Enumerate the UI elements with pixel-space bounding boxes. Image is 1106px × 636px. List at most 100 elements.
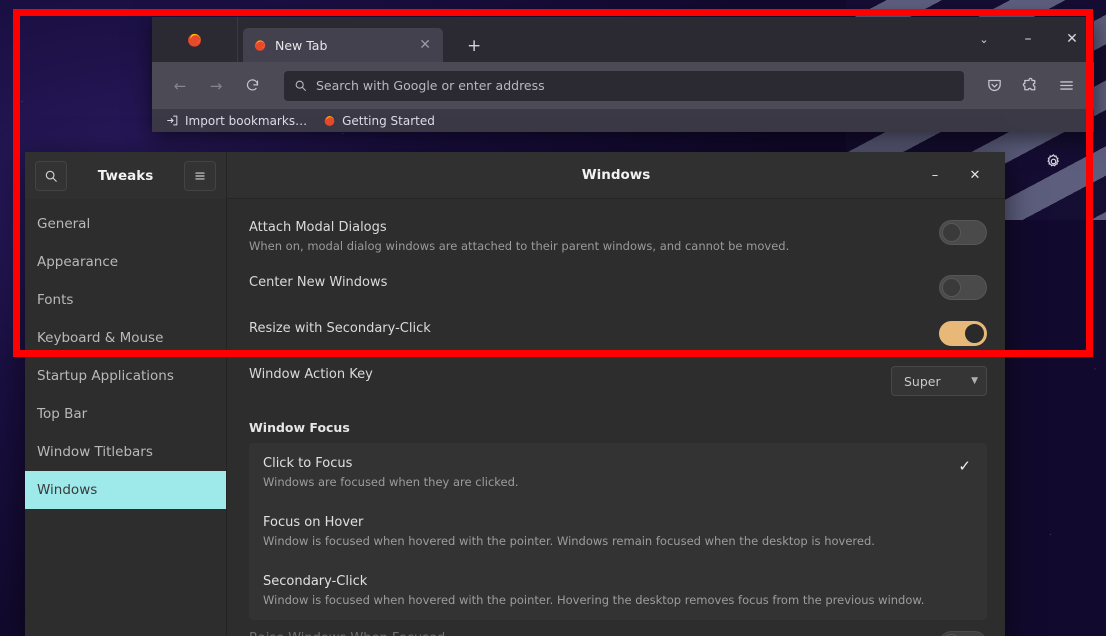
search-button[interactable] [35, 161, 67, 191]
tweaks-sidebar: General Appearance Fonts Keyboard & Mous… [25, 199, 227, 636]
sidebar-item-window-titlebars[interactable]: Window Titlebars [25, 433, 226, 471]
sidebar-item-keyboard-and-mouse[interactable]: Keyboard & Mouse [25, 319, 226, 357]
new-tab-button[interactable]: + [467, 38, 481, 55]
import-icon [166, 114, 179, 127]
tweaks-header-left: Tweaks [25, 152, 227, 199]
tweaks-content-panel: Attach Modal Dialogs When on, modal dial… [227, 199, 1005, 636]
sidebar-item-label: Startup Applications [37, 368, 174, 384]
sidebar-item-general[interactable]: General [25, 205, 226, 243]
app-menu-icon[interactable] [1050, 71, 1082, 101]
focus-option-subtitle: Windows are focused when they are clicke… [263, 475, 958, 490]
close-icon[interactable]: ✕ [415, 36, 435, 54]
sidebar-item-top-bar[interactable]: Top Bar [25, 395, 226, 433]
focus-option-subtitle: Window is focused when hovered with the … [263, 534, 971, 549]
sidebar-item-appearance[interactable]: Appearance [25, 243, 226, 281]
focus-option-text: Secondary-Click Window is focused when h… [263, 573, 971, 608]
sidebar-item-label: Window Titlebars [37, 444, 153, 460]
dropdown-value: Super [904, 374, 941, 389]
focus-option-secondary-click[interactable]: Secondary-Click Window is focused when h… [249, 561, 987, 620]
preference-title: Raise Windows When Focused [249, 630, 921, 636]
browser-tab-new-tab[interactable]: New Tab ✕ [243, 28, 443, 62]
preference-row-raise-windows-when-focused: Raise Windows When Focused [249, 620, 987, 636]
search-icon [294, 79, 307, 92]
preference-row-attach-modal-dialogs: Attach Modal Dialogs When on, modal dial… [249, 209, 987, 264]
extensions-icon[interactable] [1014, 71, 1046, 101]
toggle-knob [942, 223, 961, 242]
minimize-button[interactable]: – [915, 160, 955, 190]
focus-option-title: Secondary-Click [263, 573, 971, 590]
close-window-button[interactable]: ✕ [1050, 22, 1094, 56]
toggle-attach-modal-dialogs[interactable] [939, 220, 987, 245]
section-heading-window-focus: Window Focus [249, 420, 987, 435]
focus-option-click-to-focus[interactable]: Click to Focus Windows are focused when … [249, 443, 987, 502]
preference-text: Raise Windows When Focused [249, 630, 939, 636]
toggle-resize-with-secondary-click[interactable] [939, 321, 987, 346]
preference-title: Center New Windows [249, 274, 921, 291]
check-icon: ✓ [958, 455, 971, 475]
tweaks-app-title: Tweaks [75, 168, 176, 184]
preference-row-center-new-windows: Center New Windows [249, 264, 987, 310]
firefox-toolbar-actions [978, 71, 1082, 101]
minimize-button[interactable]: – [1006, 22, 1050, 56]
toggle-center-new-windows[interactable] [939, 275, 987, 300]
tab-title: New Tab [275, 38, 407, 53]
focus-option-text: Click to Focus Windows are focused when … [263, 455, 958, 490]
bookmark-getting-started[interactable]: Getting Started [323, 114, 435, 128]
focus-option-text: Focus on Hover Window is focused when ho… [263, 514, 971, 549]
preference-row-resize-with-secondary-click: Resize with Secondary-Click [249, 310, 987, 356]
bookmarks-toolbar: Import bookmarks… Getting Started [152, 109, 1094, 132]
firefox-logo [152, 17, 238, 62]
reload-icon[interactable] [236, 71, 268, 101]
sidebar-item-label: Windows [37, 482, 97, 498]
focus-option-subtitle: Window is focused when hovered with the … [263, 593, 971, 608]
sidebar-item-label: Keyboard & Mouse [37, 330, 163, 346]
sidebar-item-label: General [37, 216, 90, 232]
primary-menu-button[interactable] [184, 161, 216, 191]
chevron-down-icon: ▼ [971, 376, 978, 386]
window-focus-option-list: Click to Focus Windows are focused when … [249, 443, 987, 620]
preference-row-window-action-key: Window Action Key Super ▼ [249, 356, 987, 406]
sidebar-item-label: Fonts [37, 292, 73, 308]
firefox-nav-toolbar: ← → Search with Google or enter address [152, 62, 1094, 109]
preference-title: Attach Modal Dialogs [249, 219, 921, 236]
dropdown-window-action-key[interactable]: Super ▼ [891, 366, 987, 396]
focus-option-title: Focus on Hover [263, 514, 971, 531]
sidebar-item-startup-applications[interactable]: Startup Applications [25, 357, 226, 395]
toggle-knob [942, 278, 961, 297]
close-button[interactable]: ✕ [955, 160, 995, 190]
firefox-window-controls: ⌄ – ✕ [962, 22, 1094, 56]
preference-text: Window Action Key [249, 366, 891, 383]
preference-text: Attach Modal Dialogs When on, modal dial… [249, 219, 939, 254]
bookmark-label: Getting Started [342, 114, 435, 128]
preference-text: Center New Windows [249, 274, 939, 291]
list-all-tabs-icon[interactable]: ⌄ [962, 22, 1006, 56]
firefox-icon [323, 114, 336, 127]
bookmark-label: Import bookmarks… [185, 114, 307, 128]
preference-title: Window Action Key [249, 366, 873, 383]
tweaks-window-controls: – ✕ [915, 160, 1005, 190]
page-title: Windows [227, 167, 1005, 183]
tab-favicon [253, 38, 267, 52]
gnome-tweaks-window: Tweaks Windows – ✕ General Appearance [25, 152, 1005, 636]
toggle-raise-windows-when-focused[interactable] [939, 631, 987, 636]
preference-text: Resize with Secondary-Click [249, 320, 939, 337]
preference-subtitle: When on, modal dialog windows are attach… [249, 239, 921, 254]
focus-option-focus-on-hover[interactable]: Focus on Hover Window is focused when ho… [249, 502, 987, 561]
tweaks-body: General Appearance Fonts Keyboard & Mous… [25, 199, 1005, 636]
firefox-tab-bar: New Tab ✕ + ⌄ – ✕ [152, 17, 1094, 62]
sidebar-item-label: Top Bar [37, 406, 87, 422]
forward-icon[interactable]: → [200, 71, 232, 101]
focus-option-title: Click to Focus [263, 455, 958, 472]
address-bar-placeholder: Search with Google or enter address [316, 78, 545, 93]
back-icon[interactable]: ← [164, 71, 196, 101]
tweaks-header-bar: Tweaks Windows – ✕ [25, 152, 1005, 199]
sidebar-item-fonts[interactable]: Fonts [25, 281, 226, 319]
sidebar-item-windows[interactable]: Windows [25, 471, 226, 509]
save-to-pocket-icon[interactable] [978, 71, 1010, 101]
preference-title: Resize with Secondary-Click [249, 320, 921, 337]
bookmark-import-bookmarks[interactable]: Import bookmarks… [166, 114, 307, 128]
gear-icon[interactable] [1045, 153, 1062, 170]
firefox-window: New Tab ✕ + ⌄ – ✕ ← → Search with Google… [152, 17, 1094, 132]
address-bar[interactable]: Search with Google or enter address [284, 71, 964, 101]
tweaks-header-right: Windows – ✕ [227, 152, 1005, 199]
